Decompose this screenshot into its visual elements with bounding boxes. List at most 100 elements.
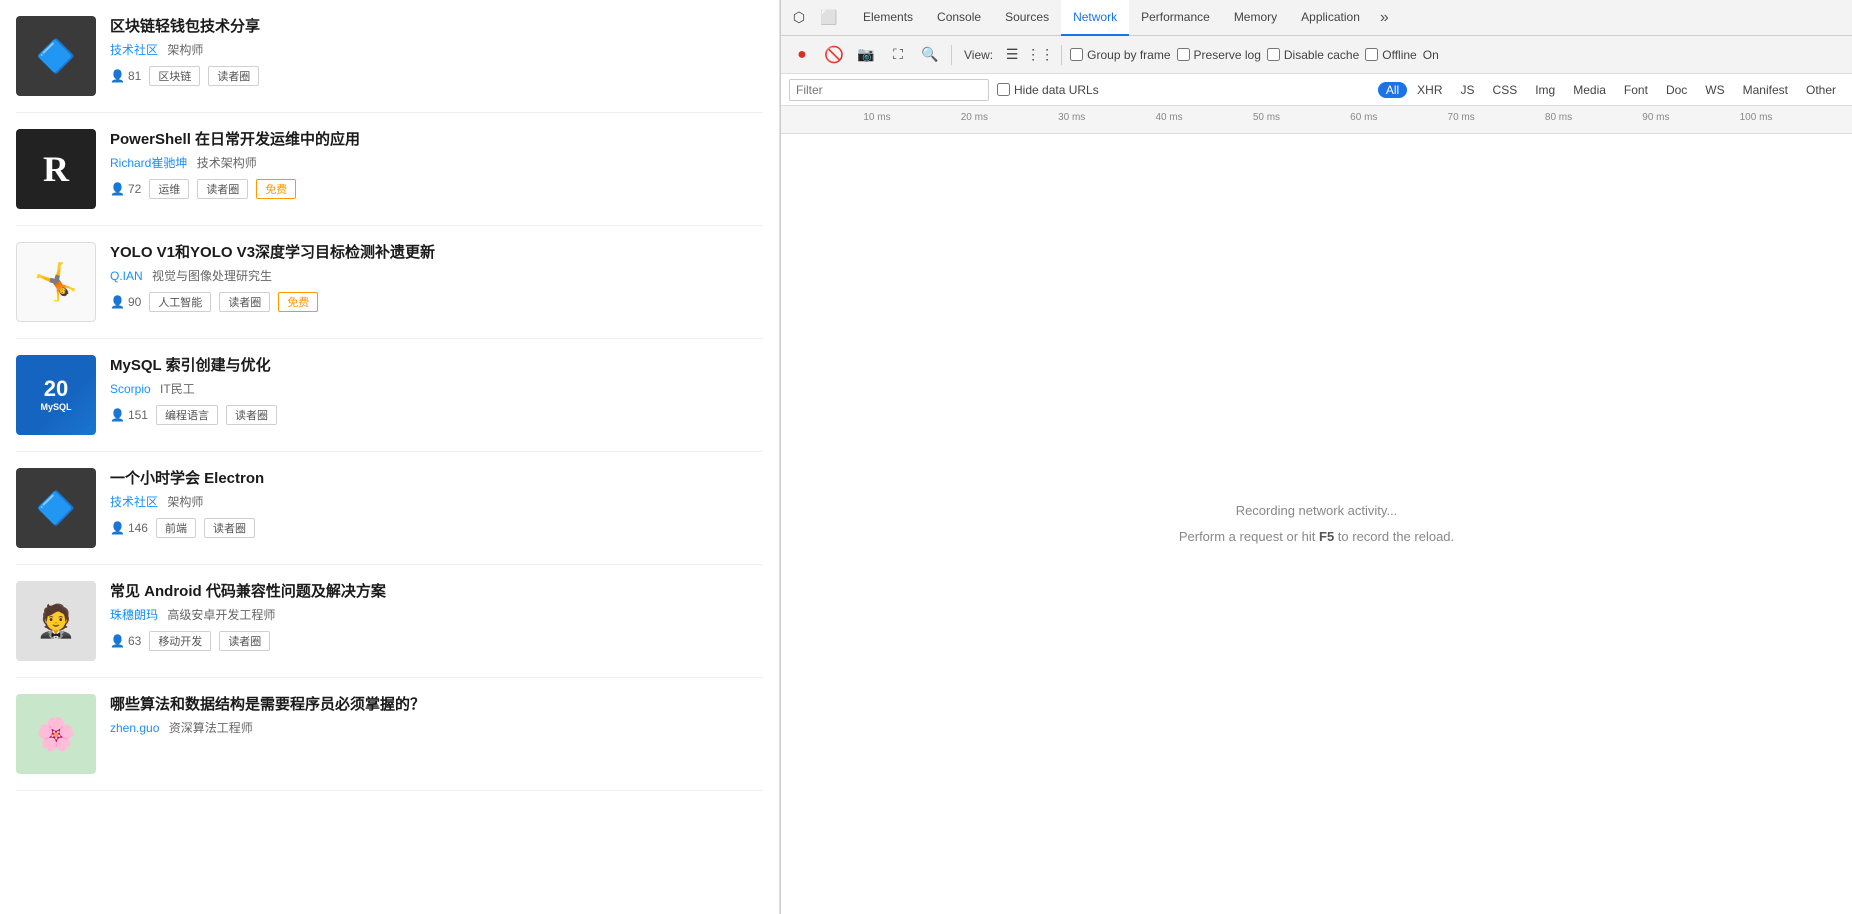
filter-type-img[interactable]: Img: [1527, 82, 1563, 98]
list-item[interactable]: 20MySQL MySQL 索引创建与优化 Scorpio IT民工 👤 151…: [16, 339, 763, 452]
author-name[interactable]: 技术社区: [110, 43, 158, 57]
view-label: View:: [964, 48, 993, 62]
list-item[interactable]: 🌸 哪些算法和数据结构是需要程序员必须掌握的？ zhen.guo 资深算法工程师: [16, 678, 763, 791]
course-info: 哪些算法和数据结构是需要程序员必须掌握的？ zhen.guo 资深算法工程师: [110, 694, 763, 744]
list-item[interactable]: R PowerShell 在日常开发运维中的应用 Richard崔驰坤 技术架构…: [16, 113, 763, 226]
disable-cache-label: Disable cache: [1284, 48, 1359, 62]
hide-data-urls-checkbox[interactable]: Hide data URLs: [997, 83, 1099, 97]
list-item[interactable]: 🤸 YOLO V1和YOLO V3深度学习目标检测补遗更新 Q.IAN 视觉与图…: [16, 226, 763, 339]
course-title: 常见 Android 代码兼容性问题及解决方案: [110, 581, 763, 602]
author-name[interactable]: 珠穗朗玛: [110, 608, 158, 622]
preserve-log-input[interactable]: [1177, 48, 1190, 61]
course-thumbnail: 🔷: [16, 16, 96, 96]
filter-type-media[interactable]: Media: [1565, 82, 1614, 98]
course-tag: 免费: [256, 179, 296, 199]
disable-cache-checkbox[interactable]: Disable cache: [1267, 48, 1359, 62]
author-name[interactable]: Q.IAN: [110, 269, 143, 283]
course-title: 哪些算法和数据结构是需要程序员必须掌握的？: [110, 694, 763, 715]
course-info: YOLO V1和YOLO V3深度学习目标检测补遗更新 Q.IAN 视觉与图像处…: [110, 242, 763, 312]
course-tag: 前端: [156, 518, 196, 538]
author-title: 技术架构师: [197, 156, 257, 170]
author-title: 高级安卓开发工程师: [167, 608, 275, 622]
author-title: IT民工: [160, 382, 195, 396]
course-title: YOLO V1和YOLO V3深度学习目标检测补遗更新: [110, 242, 763, 263]
network-toolbar: ● 🚫 📷 ⛶ 🔍 View: ☰ ⋮⋮ Group by frame Pres…: [781, 36, 1852, 74]
filter-type-ws[interactable]: WS: [1697, 82, 1732, 98]
inspect-element-button[interactable]: ⬡: [785, 4, 813, 32]
author-title: 资深算法工程师: [169, 721, 253, 735]
filter-input[interactable]: [789, 79, 989, 101]
devtools-panel: ⬡ ⬜ ElementsConsoleSourcesNetworkPerform…: [780, 0, 1852, 914]
course-meta: 👤 72 运维读者圈免费: [110, 179, 763, 199]
offline-input[interactable]: [1365, 48, 1378, 61]
filter-type-manifest[interactable]: Manifest: [1735, 82, 1796, 98]
list-item[interactable]: 🔷 区块链轻钱包技术分享 技术社区 架构师 👤 81 区块链读者圈: [16, 0, 763, 113]
list-item[interactable]: 🤵 常见 Android 代码兼容性问题及解决方案 珠穗朗玛 高级安卓开发工程师…: [16, 565, 763, 678]
device-toolbar-button[interactable]: ⬜: [815, 4, 843, 32]
filter-type-font[interactable]: Font: [1616, 82, 1656, 98]
online-label: On: [1423, 48, 1439, 62]
tab-elements[interactable]: Elements: [851, 0, 925, 36]
filter-type-other[interactable]: Other: [1798, 82, 1844, 98]
filter-type-doc[interactable]: Doc: [1658, 82, 1695, 98]
author-name[interactable]: 技术社区: [110, 495, 158, 509]
author-name[interactable]: Scorpio: [110, 382, 151, 396]
course-author: 技术社区 架构师: [110, 41, 763, 58]
disable-cache-input[interactable]: [1267, 48, 1280, 61]
author-name[interactable]: zhen.guo: [110, 721, 159, 735]
recording-hint-pre: Perform a request or hit: [1179, 529, 1319, 544]
timeline-header: 10 ms20 ms30 ms40 ms50 ms60 ms70 ms80 ms…: [781, 106, 1852, 134]
course-tag: 读者圈: [226, 405, 277, 425]
tab-memory[interactable]: Memory: [1222, 0, 1289, 36]
filter-button[interactable]: ⛶: [885, 42, 911, 68]
group-view-button[interactable]: ⋮⋮: [1027, 42, 1053, 68]
course-author: 技术社区 架构师: [110, 493, 763, 510]
capture-screenshots-button[interactable]: 📷: [853, 42, 879, 68]
record-button[interactable]: ●: [789, 42, 815, 68]
filter-type-js[interactable]: JS: [1453, 82, 1483, 98]
tab-performance[interactable]: Performance: [1129, 0, 1222, 36]
tab-application[interactable]: Application: [1289, 0, 1372, 36]
tab-console[interactable]: Console: [925, 0, 993, 36]
course-title: 一个小时学会 Electron: [110, 468, 763, 489]
course-count: 👤 81: [110, 69, 141, 83]
course-thumbnail: 20MySQL: [16, 355, 96, 435]
author-name[interactable]: Richard崔驰坤: [110, 156, 187, 170]
group-by-frame-input[interactable]: [1070, 48, 1083, 61]
course-count: 👤 90: [110, 295, 141, 309]
filter-types: AllXHRJSCSSImgMediaFontDocWSManifestOthe…: [1378, 82, 1844, 98]
tab-sources[interactable]: Sources: [993, 0, 1061, 36]
filter-type-all[interactable]: All: [1378, 82, 1407, 98]
course-thumbnail: 🌸: [16, 694, 96, 774]
recording-hint-post: to record the reload.: [1334, 529, 1454, 544]
group-by-frame-checkbox[interactable]: Group by frame: [1070, 48, 1170, 62]
preserve-log-label: Preserve log: [1194, 48, 1261, 62]
devtools-more-button[interactable]: »: [1372, 0, 1397, 36]
hide-data-urls-label: Hide data URLs: [1014, 83, 1099, 97]
course-meta: 👤 63 移动开发读者圈: [110, 631, 763, 651]
hide-data-urls-input[interactable]: [997, 83, 1010, 96]
course-meta: 👤 151 编程语言读者圈: [110, 405, 763, 425]
course-info: 一个小时学会 Electron 技术社区 架构师 👤 146 前端读者圈: [110, 468, 763, 538]
course-info: 区块链轻钱包技术分享 技术社区 架构师 👤 81 区块链读者圈: [110, 16, 763, 86]
timeline-tick: 90 ms: [1642, 112, 1669, 123]
devtools-tabs-list: ElementsConsoleSourcesNetworkPerformance…: [851, 0, 1372, 36]
offline-label: Offline: [1382, 48, 1416, 62]
clear-button[interactable]: 🚫: [821, 42, 847, 68]
preserve-log-checkbox[interactable]: Preserve log: [1177, 48, 1261, 62]
network-empty-state: Recording network activity... Perform a …: [781, 134, 1852, 914]
author-title: 架构师: [167, 495, 203, 509]
list-item[interactable]: 🔷 一个小时学会 Electron 技术社区 架构师 👤 146 前端读者圈: [16, 452, 763, 565]
search-button[interactable]: 🔍: [917, 42, 943, 68]
list-view-button[interactable]: ☰: [999, 42, 1025, 68]
timeline-tick: 50 ms: [1253, 112, 1280, 123]
toolbar-divider-2: [1061, 45, 1062, 65]
course-tag: 读者圈: [219, 292, 270, 312]
course-tag: 读者圈: [204, 518, 255, 538]
course-tag: 运维: [149, 179, 189, 199]
toolbar-divider-1: [951, 45, 952, 65]
tab-network[interactable]: Network: [1061, 0, 1129, 36]
filter-type-xhr[interactable]: XHR: [1409, 82, 1450, 98]
offline-checkbox[interactable]: Offline: [1365, 48, 1416, 62]
filter-type-css[interactable]: CSS: [1485, 82, 1526, 98]
